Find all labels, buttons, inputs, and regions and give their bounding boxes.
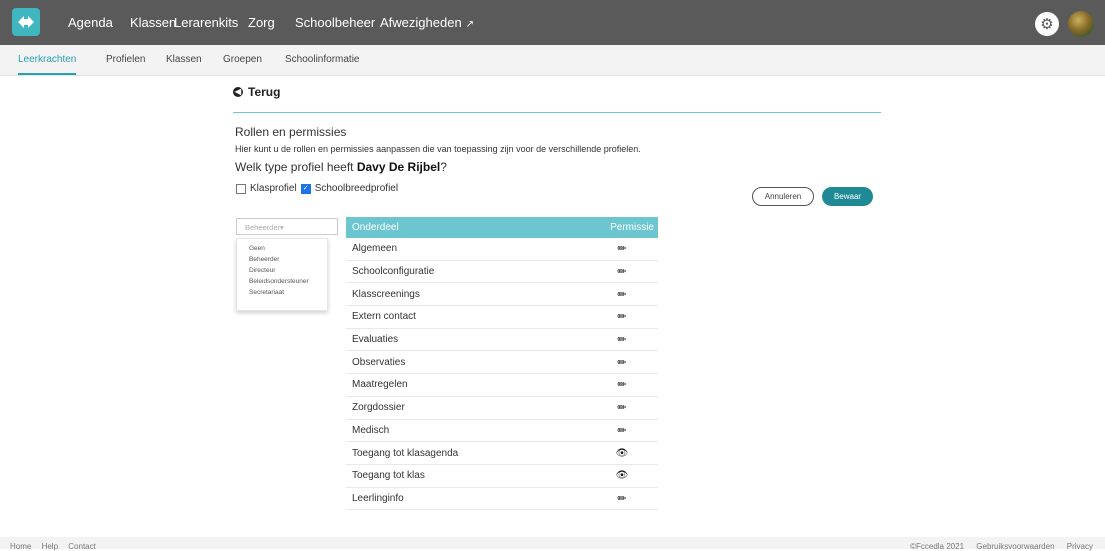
row-label: Toegang tot klas bbox=[346, 464, 586, 488]
row-label: Klasscreenings bbox=[346, 282, 586, 307]
schoolbreedprofiel-label: Schoolbreedprofiel bbox=[314, 183, 399, 194]
pencil-icon[interactable]: ✏ bbox=[586, 282, 658, 307]
role-option-beheerder[interactable]: Beheerder bbox=[237, 254, 327, 265]
nav-item-agenda[interactable]: Agenda bbox=[68, 0, 113, 45]
table-row: Observaties ✏ bbox=[346, 350, 658, 375]
role-dropdown-menu: Geen Beheerder Directeur Beleidsonderste… bbox=[236, 238, 328, 311]
tab-leerkrachten[interactable]: Leerkrachten bbox=[18, 45, 77, 75]
save-button[interactable]: Bewaar bbox=[822, 187, 873, 206]
role-option-beleidsondersteuner[interactable]: Beleidsondersteuner bbox=[237, 276, 327, 287]
table-header-row: Onderdeel Permissie bbox=[346, 217, 658, 238]
row-label: Zorgdossier bbox=[346, 396, 586, 420]
footer-links-left: Home Help Contact bbox=[10, 542, 104, 551]
gear-icon[interactable]: ⚙ bbox=[1035, 12, 1059, 36]
row-label: Leerlinginfo bbox=[346, 487, 586, 511]
back-label: Terug bbox=[248, 85, 281, 99]
table-row: Toegang tot klas 👁 bbox=[346, 464, 658, 488]
table-row: Schoolconfiguratie ✏ bbox=[346, 260, 658, 284]
nav-item-schoolbeheer[interactable]: Schoolbeheer bbox=[295, 0, 375, 45]
pencil-icon[interactable]: ✏ bbox=[586, 260, 658, 284]
row-label: Extern contact bbox=[346, 305, 586, 329]
row-label: Medisch bbox=[346, 419, 586, 443]
caret-down-icon: ▾ bbox=[280, 223, 284, 232]
nav-item-afwezigheden[interactable]: Afwezigheden ↗ bbox=[380, 0, 474, 45]
tab-profielen[interactable]: Profielen bbox=[106, 45, 145, 75]
pencil-icon[interactable]: ✏ bbox=[586, 350, 658, 375]
row-label: Toegang tot klasagenda bbox=[346, 441, 586, 465]
tab-schoolinformatie[interactable]: Schoolinformatie bbox=[285, 45, 359, 75]
row-label: Evaluaties bbox=[346, 328, 586, 352]
page-description: Hier kunt u de rollen en permissies aanp… bbox=[235, 144, 641, 154]
schoolbreedprofiel-checkbox[interactable]: ✓ bbox=[300, 183, 311, 194]
header-onderdeel: Onderdeel bbox=[346, 217, 586, 238]
user-name: Davy De Rijbel bbox=[356, 160, 441, 174]
eye-icon[interactable]: 👁 bbox=[586, 441, 658, 465]
nav-item-zorg[interactable]: Zorg bbox=[248, 0, 275, 45]
klasprofiel-checkbox[interactable] bbox=[236, 183, 246, 194]
role-select[interactable]: Beheerder▾ bbox=[236, 218, 338, 235]
nav-item-lerarenkits[interactable]: Lerarenkits bbox=[174, 0, 238, 45]
footer-link-help[interactable]: Help bbox=[42, 542, 58, 551]
row-label: Schoolconfiguratie bbox=[346, 260, 586, 284]
top-navigation-bar: Agenda Klassen Lerarenkits Zorg Schoolbe… bbox=[0, 0, 1105, 45]
sub-navigation-bar: Leerkrachten Profielen Klassen Groepen S… bbox=[0, 45, 1105, 76]
footer-links-right: ©Fccedla 2021 Gebruiksvoorwaarden Privac… bbox=[900, 542, 1093, 551]
header-permissie: Permissie bbox=[586, 217, 658, 238]
table-row: Toegang tot klasagenda 👁 bbox=[346, 441, 658, 465]
pencil-icon[interactable]: ✏ bbox=[586, 419, 658, 443]
table-row: Maatregelen ✏ bbox=[346, 373, 658, 397]
tab-klassen[interactable]: Klassen bbox=[166, 45, 202, 75]
row-label: Observaties bbox=[346, 350, 586, 375]
table-row: Leerlinginfo ✏ bbox=[346, 487, 658, 511]
table-row: Algemeen ✏ bbox=[346, 238, 658, 261]
role-option-geen[interactable]: Geen bbox=[237, 243, 327, 254]
logo-shape bbox=[18, 16, 34, 28]
pencil-icon[interactable]: ✏ bbox=[586, 487, 658, 511]
table-row: Zorgdossier ✏ bbox=[346, 396, 658, 420]
footer-link-home[interactable]: Home bbox=[10, 542, 31, 551]
row-label: Algemeen bbox=[346, 238, 586, 261]
pencil-icon[interactable]: ✏ bbox=[586, 305, 658, 329]
footer-copyright: ©Fccedla 2021 bbox=[910, 542, 965, 551]
tab-groepen[interactable]: Groepen bbox=[223, 45, 262, 75]
back-arrow-icon: ◀ bbox=[233, 87, 243, 97]
back-link[interactable]: ◀ Terug bbox=[233, 85, 280, 99]
footer-link-terms[interactable]: Gebruiksvoorwaarden bbox=[976, 542, 1054, 551]
divider bbox=[233, 112, 881, 113]
footer-link-contact[interactable]: Contact bbox=[68, 542, 96, 551]
nav-item-klassen[interactable]: Klassen bbox=[130, 0, 176, 45]
table-row: Evaluaties ✏ bbox=[346, 328, 658, 352]
role-select-value: Beheerder bbox=[245, 223, 281, 232]
cancel-button[interactable]: Annuleren bbox=[752, 187, 814, 206]
footer: Home Help Contact ©Fccedla 2021 Gebruiks… bbox=[0, 537, 1105, 551]
question-suffix: ? bbox=[440, 160, 447, 174]
pencil-icon[interactable]: ✏ bbox=[586, 396, 658, 420]
table-row: Medisch ✏ bbox=[346, 419, 658, 443]
role-option-secretariaat[interactable]: Secretariaat bbox=[237, 287, 327, 298]
table-row: Klasscreenings ✏ bbox=[346, 282, 658, 307]
pencil-icon[interactable]: ✏ bbox=[586, 238, 658, 261]
eye-icon[interactable]: 👁 bbox=[586, 464, 658, 488]
profile-type-options: Klasprofiel ✓ Schoolbreedprofiel bbox=[236, 183, 402, 194]
permissions-table: Onderdeel Permissie Algemeen ✏ Schoolconf… bbox=[346, 217, 658, 511]
nav-item-afwezigheden-label: Afwezigheden bbox=[380, 15, 462, 30]
klasprofiel-label: Klasprofiel bbox=[250, 183, 297, 194]
external-link-icon: ↗ bbox=[465, 19, 475, 30]
page-title: Rollen en permissies bbox=[235, 125, 347, 139]
logo-icon[interactable] bbox=[12, 8, 40, 36]
table-row: Extern contact ✏ bbox=[346, 305, 658, 329]
pencil-icon[interactable]: ✏ bbox=[586, 328, 658, 352]
role-option-directeur[interactable]: Directeur bbox=[237, 265, 327, 276]
footer-link-privacy[interactable]: Privacy bbox=[1067, 542, 1093, 551]
question-prefix: Welk type profiel heeft bbox=[235, 160, 357, 174]
profile-question: Welk type profiel heeft Davy De Rijbel? bbox=[235, 160, 447, 174]
avatar[interactable] bbox=[1068, 11, 1094, 37]
pencil-icon[interactable]: ✏ bbox=[586, 373, 658, 397]
row-label: Maatregelen bbox=[346, 373, 586, 397]
